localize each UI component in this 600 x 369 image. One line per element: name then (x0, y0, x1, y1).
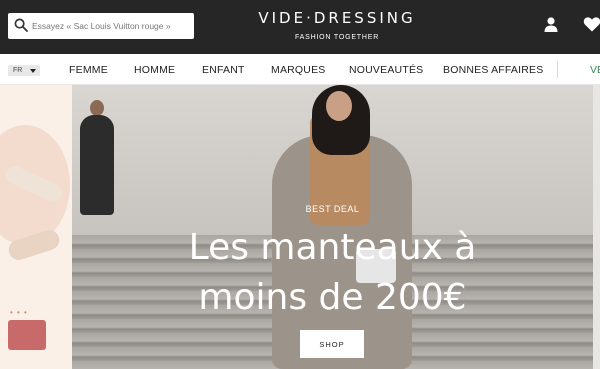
hero-figure (90, 100, 104, 116)
main-nav: FR FEMME HOMME ENFANT MARQUES NOUVEAUTÉS… (0, 54, 600, 85)
top-header: VIDE·DRESSING FASHION TOGETHER (0, 0, 600, 54)
logo-text: VIDE·DRESSING (258, 9, 416, 27)
heart-icon[interactable] (583, 16, 600, 32)
nav-item-homme[interactable]: HOMME (134, 63, 175, 77)
nav-divider (557, 61, 558, 78)
hero-model-face (326, 91, 352, 121)
decor-dots: • • • (10, 308, 28, 317)
previous-slide-preview[interactable]: • • • (0, 85, 72, 369)
shop-button[interactable]: SHOP (300, 330, 364, 358)
nav-item-bonnes-affaires[interactable]: BONNES AFFAIRES (443, 63, 543, 77)
hero-model-bag (356, 249, 396, 283)
user-icon[interactable] (543, 16, 559, 32)
hero-banner-image[interactable] (72, 85, 593, 369)
nav-item-marques[interactable]: MARQUES (271, 63, 326, 77)
brand-logo[interactable]: VIDE·DRESSING FASHION TOGETHER (240, 9, 434, 42)
search-icon (14, 18, 28, 32)
nav-item-partial[interactable]: VE (590, 63, 600, 77)
language-code: FR (13, 67, 23, 74)
chevron-down-icon (30, 69, 36, 73)
nav-item-enfant[interactable]: ENFANT (202, 63, 245, 77)
decor-bag (8, 320, 46, 350)
language-selector[interactable]: FR (8, 65, 40, 76)
search-box[interactable] (8, 13, 194, 39)
tagline: FASHION TOGETHER (294, 34, 380, 41)
search-input[interactable] (32, 16, 190, 36)
nav-item-femme[interactable]: FEMME (69, 63, 108, 77)
hero-figure (80, 115, 114, 215)
next-slide-preview[interactable] (593, 85, 600, 369)
nav-item-nouveautes[interactable]: NOUVEAUTÉS (349, 63, 423, 77)
